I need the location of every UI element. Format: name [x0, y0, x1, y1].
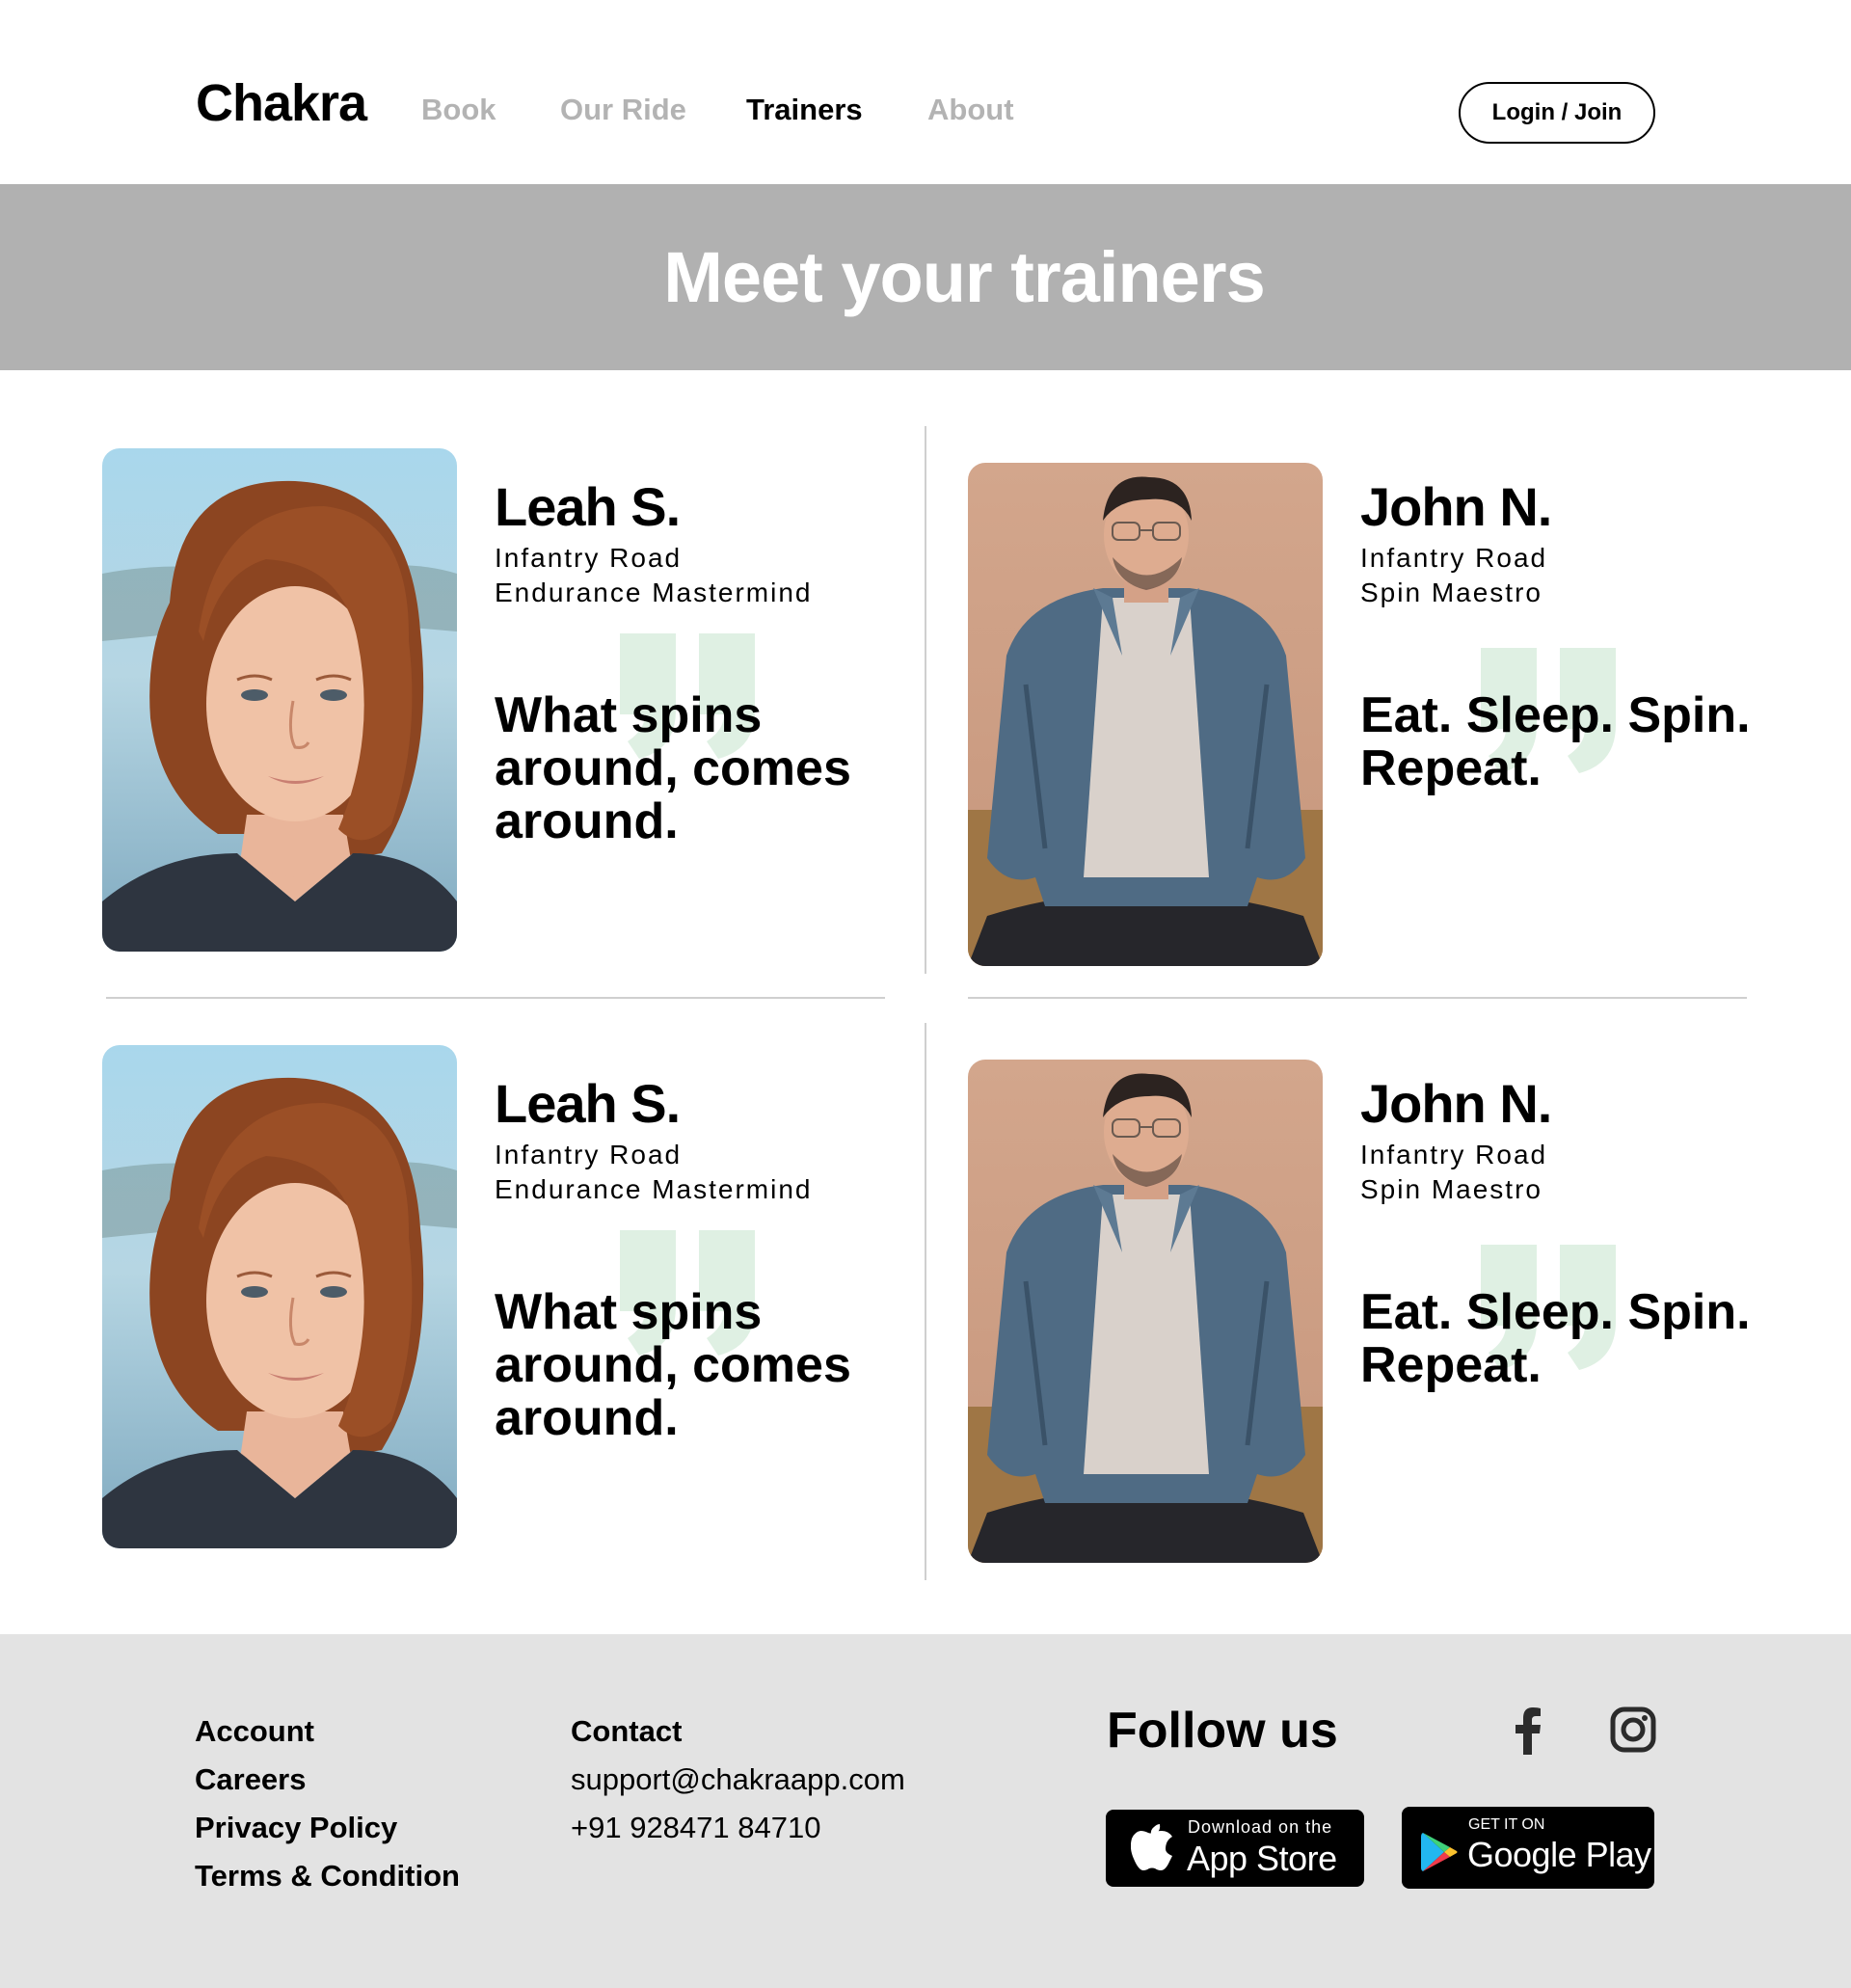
contact-email-link[interactable]: support@chakraapp.com [571, 1762, 905, 1797]
apple-icon [1131, 1824, 1172, 1870]
app-store-button[interactable]: Download on the App Store [1106, 1810, 1364, 1887]
trainer-card-john-2[interactable]: John N. Infantry Road Spin Maestro Eat. … [968, 1060, 1787, 1599]
trainer-card-john-1[interactable]: John N. Infantry Road Spin Maestro Eat. … [968, 463, 1787, 1003]
trainer-tagline: Eat. Sleep. Spin. Repeat. [1360, 687, 1751, 796]
trainer-role: Endurance Mastermind [495, 578, 813, 607]
footer-link-careers[interactable]: Careers [195, 1762, 306, 1797]
follow-us-heading: Follow us [1107, 1703, 1338, 1759]
google-play-small-text: GET IT ON [1468, 1816, 1545, 1833]
trainer-name: Leah S. [495, 476, 681, 537]
nav-link-trainers[interactable]: Trainers [746, 93, 863, 127]
column-divider-top [925, 426, 926, 974]
trainer-card-leah-1[interactable]: Leah S. Infantry Road Endurance Mastermi… [102, 448, 922, 988]
footer-link-privacy-policy[interactable]: Privacy Policy [195, 1811, 397, 1845]
hero-banner: Meet your trainers [0, 184, 1851, 370]
logo[interactable]: Chakra [196, 73, 367, 133]
trainer-name: John N. [1360, 476, 1552, 537]
trainer-photo [968, 463, 1323, 966]
trainer-role: Spin Maestro [1360, 578, 1542, 607]
trainer-location: Infantry Road [495, 543, 683, 573]
trainer-location: Infantry Road [1360, 543, 1548, 573]
nav-link-book[interactable]: Book [421, 93, 496, 127]
instagram-icon[interactable] [1610, 1706, 1656, 1753]
contact-heading: Contact [571, 1714, 683, 1748]
page-title: Meet your trainers [663, 237, 1266, 317]
footer-link-account[interactable]: Account [195, 1714, 314, 1749]
footer-link-terms[interactable]: Terms & Condition [195, 1859, 460, 1894]
contact-phone: +91 928471 84710 [571, 1811, 821, 1844]
trainer-role: Spin Maestro [1360, 1174, 1542, 1204]
app-store-small-text: Download on the [1188, 1817, 1333, 1837]
nav-link-our-ride[interactable]: Our Ride [560, 93, 686, 127]
trainer-location: Infantry Road [1360, 1140, 1548, 1169]
nav-link-about[interactable]: About [927, 93, 1014, 127]
trainer-name: John N. [1360, 1073, 1552, 1134]
trainer-card-leah-2[interactable]: Leah S. Infantry Road Endurance Mastermi… [102, 1045, 922, 1585]
top-nav: Chakra Book Our Ride Trainers About Logi… [0, 0, 1851, 184]
google-play-icon [1421, 1833, 1458, 1871]
trainer-photo [102, 1045, 457, 1548]
footer: Account Careers Privacy Policy Terms & C… [0, 1634, 1851, 1988]
row-divider-left [106, 997, 885, 999]
column-divider-bottom [925, 1023, 926, 1580]
app-store-big-text: App Store [1187, 1839, 1337, 1878]
google-play-button[interactable]: GET IT ON Google Play [1402, 1807, 1654, 1889]
trainer-photo [968, 1060, 1323, 1563]
trainer-role: Endurance Mastermind [495, 1174, 813, 1204]
google-play-big-text: Google Play [1467, 1835, 1651, 1874]
trainer-location: Infantry Road [495, 1140, 683, 1169]
trainer-name: Leah S. [495, 1073, 681, 1134]
login-join-button[interactable]: Login / Join [1459, 82, 1655, 144]
row-divider-right [968, 997, 1747, 999]
facebook-icon[interactable] [1512, 1706, 1542, 1755]
trainer-photo [102, 448, 457, 952]
trainer-tagline: What spins around, comes around. [495, 1284, 851, 1446]
trainer-tagline: What spins around, comes around. [495, 687, 851, 849]
trainer-tagline: Eat. Sleep. Spin. Repeat. [1360, 1284, 1751, 1393]
